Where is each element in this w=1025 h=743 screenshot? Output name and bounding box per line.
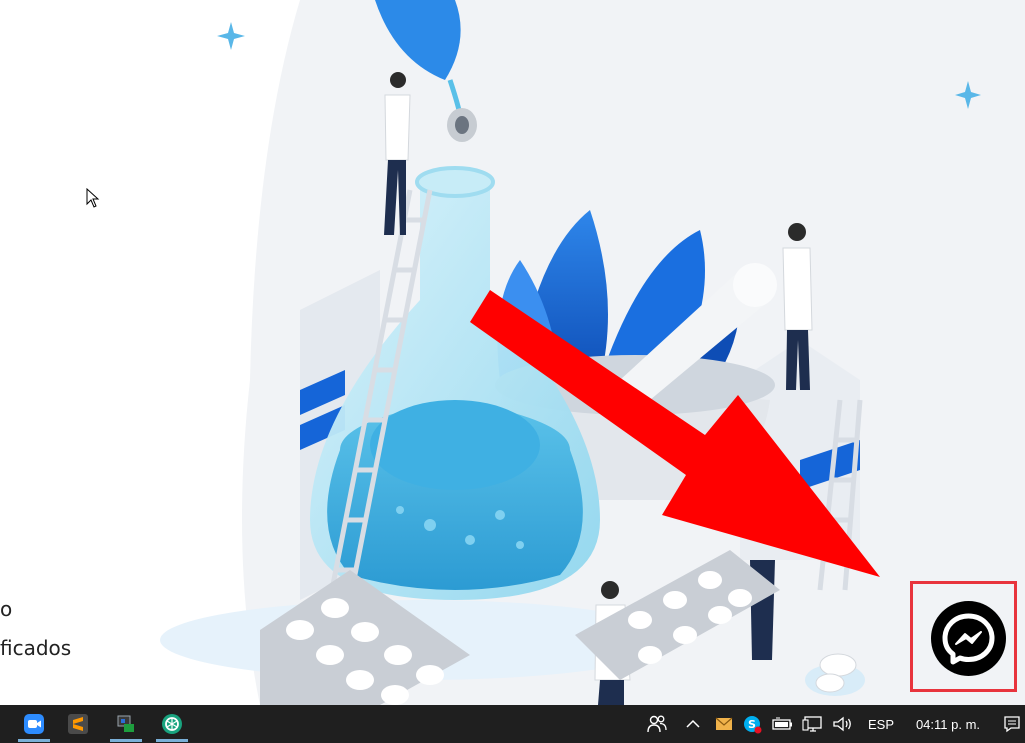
network-icon [802, 716, 822, 732]
language-indicator[interactable]: ESP [862, 705, 900, 743]
lab-illustration [160, 0, 1025, 705]
web-page: o ficados [0, 0, 1025, 705]
tray-skype[interactable]: S [740, 705, 764, 743]
mouse-cursor-icon [86, 188, 100, 208]
tray-network[interactable] [800, 705, 826, 743]
taskbar-app-vpn[interactable] [106, 705, 146, 743]
battery-icon [772, 717, 792, 730]
tray-mail[interactable] [712, 705, 736, 743]
openai-icon [162, 714, 182, 734]
mail-icon [715, 717, 733, 730]
skype-icon: S [744, 716, 762, 734]
language-label: ESP [867, 716, 894, 732]
chevron-up-icon [686, 719, 700, 728]
zoom-icon [24, 714, 44, 734]
clock[interactable]: 04:11 p. m. [904, 705, 992, 743]
messenger-chat-button[interactable] [931, 601, 1006, 676]
sparkle-icon [217, 22, 245, 50]
action-center-button[interactable] [998, 705, 1025, 743]
sublime-text-icon [68, 714, 88, 734]
windows-taskbar: S ESP 04:11 p. m. [0, 705, 1025, 743]
people-button[interactable] [642, 705, 672, 743]
volume-icon [833, 716, 851, 732]
taskbar-app-zoom[interactable] [14, 705, 54, 743]
tray-battery[interactable] [770, 705, 796, 743]
partial-text: ficados [0, 636, 72, 660]
taskbar-app-chatgpt[interactable] [152, 705, 192, 743]
network-lock-icon [117, 715, 134, 732]
clock-time: 04:11 p. m. [915, 716, 981, 732]
taskbar-app-sublime-text[interactable] [58, 705, 98, 743]
messenger-icon [942, 613, 995, 665]
show-hidden-icons-button[interactable] [682, 705, 704, 743]
notifications-icon [1003, 716, 1020, 733]
people-icon [647, 715, 667, 733]
partial-heading: o [0, 597, 13, 621]
tray-volume[interactable] [830, 705, 856, 743]
